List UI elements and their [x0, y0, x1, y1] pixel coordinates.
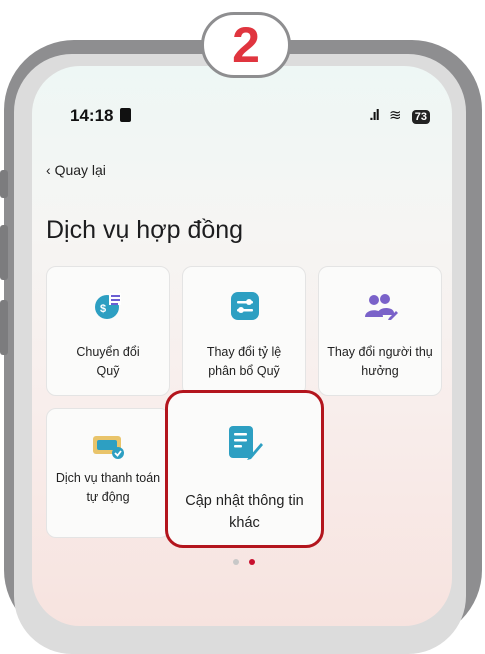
service-card-update-info[interactable]: Cập nhật thông tin khác	[165, 390, 324, 548]
allocation-sliders-icon	[231, 292, 259, 320]
page-dot-active[interactable]	[249, 559, 256, 565]
sim-icon	[120, 108, 131, 122]
chevron-left-icon: ‹	[46, 162, 51, 178]
service-card-fund-switch[interactable]: $ Chuyển đổi Quỹ	[46, 266, 170, 396]
service-label-line1: Thay đổi tỷ lệ	[206, 345, 282, 359]
page-indicator	[230, 552, 258, 570]
service-label-line1: Chuyển đổi	[76, 345, 140, 359]
wifi-icon: ≋	[389, 107, 402, 124]
service-label-line2: Quỹ	[96, 364, 120, 378]
beneficiary-users-icon	[365, 294, 398, 320]
service-card-allocation[interactable]: Thay đổi tỷ lệ phân bổ Quỹ	[182, 266, 306, 396]
service-label-line2: hưởng	[361, 364, 399, 378]
page-title: Dịch vụ hợp đồng	[46, 216, 244, 244]
volume-down-button	[0, 300, 8, 355]
page-dot-inactive[interactable]	[233, 559, 239, 565]
service-card-beneficiary[interactable]: Thay đổi người thụ hưởng	[318, 266, 442, 396]
status-time: 14:18	[70, 106, 114, 125]
back-label: Quay lại	[54, 162, 106, 178]
service-label-line2: tự động	[86, 490, 130, 504]
service-label-line2: khác	[229, 515, 260, 531]
service-label: Cập nhật thông tin khác	[170, 490, 319, 534]
signal-icon: .ıl	[369, 107, 379, 124]
side-button	[0, 170, 8, 198]
auto-payment-card-icon	[93, 436, 124, 459]
service-label: Thay đổi người thụ hưởng	[323, 343, 437, 381]
edit-document-icon	[229, 426, 263, 460]
service-label: Thay đổi tỷ lệ phân bổ Quỹ	[187, 343, 301, 381]
service-label: Dịch vụ thanh toán tự động	[51, 469, 165, 507]
service-card-auto-payment[interactable]: Dịch vụ thanh toán tự động	[46, 408, 170, 538]
fund-switch-icon: $	[95, 293, 121, 319]
status-icons: .ıl ≋ 73	[369, 106, 430, 124]
service-label-line2: phân bổ Quỹ	[208, 364, 280, 378]
service-label-line1: Dịch vụ thanh toán	[55, 471, 161, 485]
step-number-badge: 2	[201, 12, 291, 78]
battery-icon: 73	[411, 110, 430, 124]
back-button[interactable]: ‹ Quay lại	[46, 162, 106, 178]
volume-up-button	[0, 225, 8, 280]
service-label-line1: Cập nhật thông tin	[185, 493, 304, 509]
service-label: Chuyển đổi Quỹ	[51, 343, 165, 381]
svg-text:$: $	[100, 303, 106, 315]
service-label-line1: Thay đổi người thụ	[327, 345, 433, 359]
